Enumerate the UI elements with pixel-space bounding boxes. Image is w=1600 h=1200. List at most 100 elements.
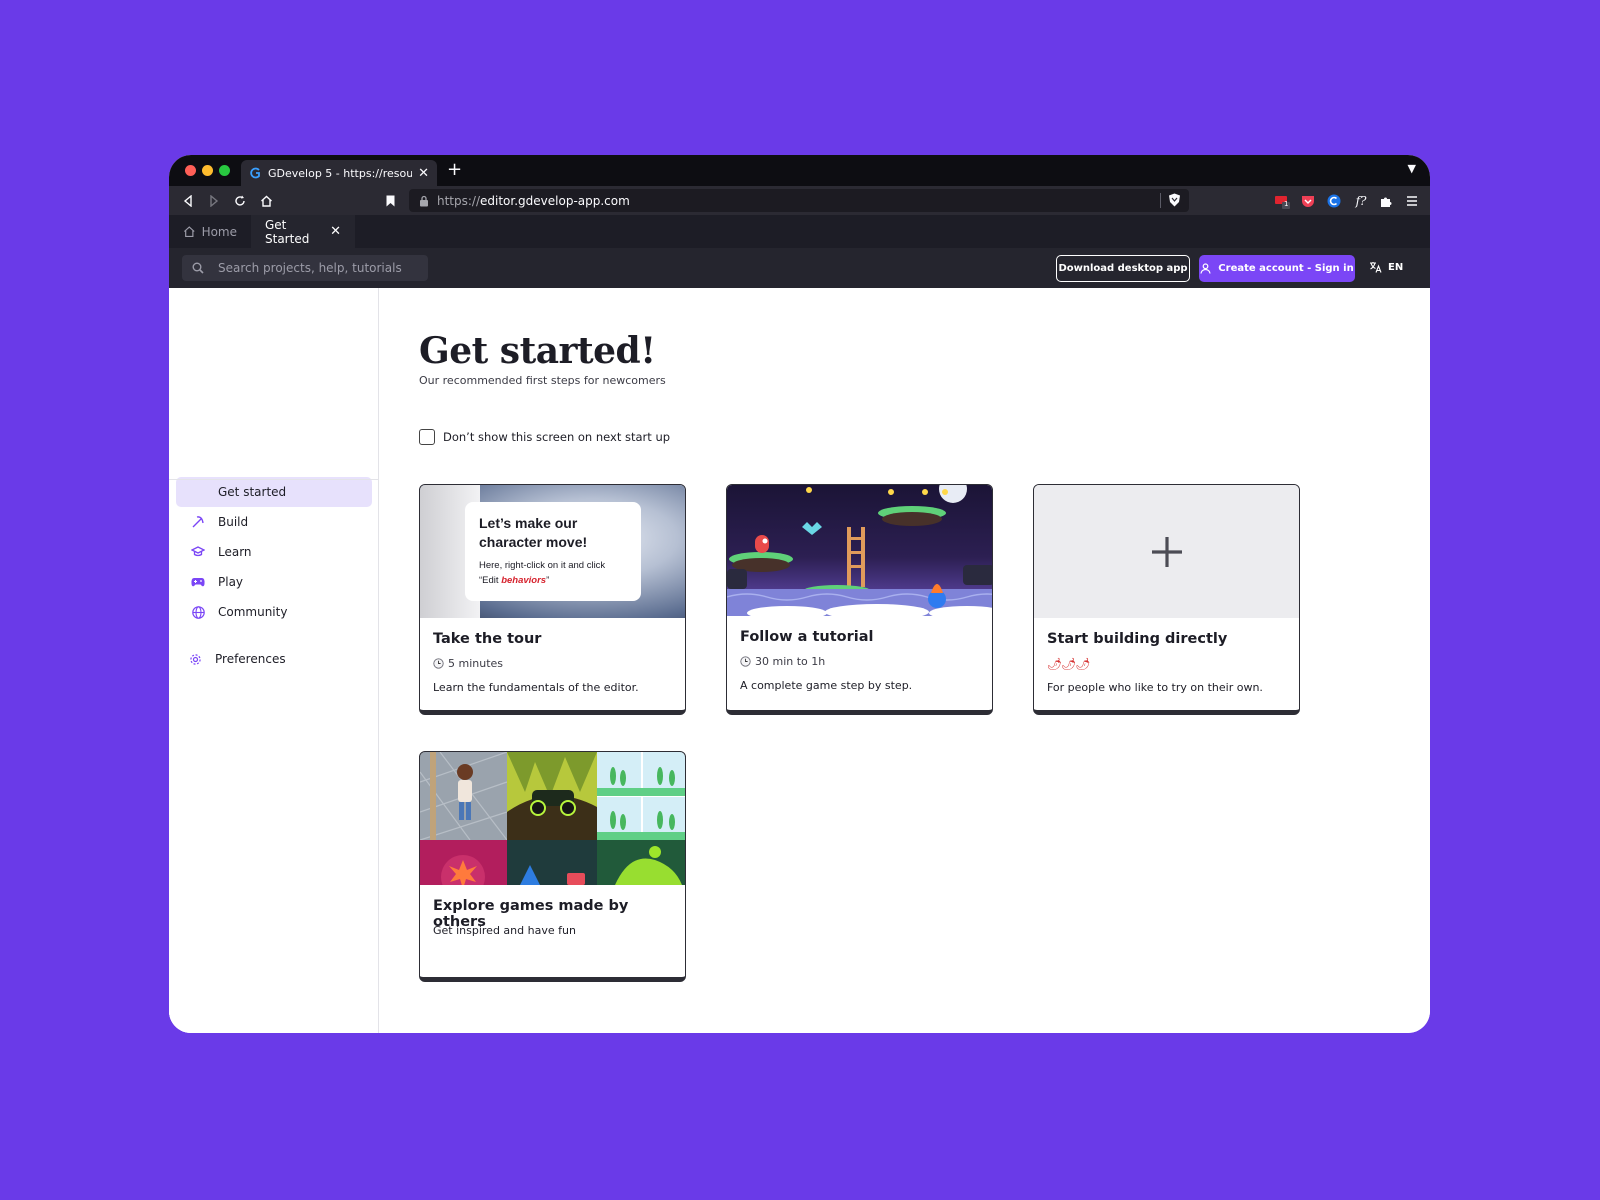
tab-home-label: Home bbox=[201, 224, 237, 239]
browser-menu-icon[interactable] bbox=[1403, 192, 1421, 210]
card-title: Take the tour bbox=[433, 631, 542, 647]
extension-red-icon[interactable]: 1 bbox=[1273, 192, 1291, 210]
dont-show-label: Don’t show this screen on next start up bbox=[443, 430, 671, 444]
card-meta: 🌶🌶🌶 bbox=[1047, 657, 1091, 671]
platformer-game-illustration bbox=[727, 485, 992, 616]
puzzle-extensions-icon[interactable] bbox=[1377, 192, 1395, 210]
sidebar-item-preferences[interactable]: Preferences bbox=[176, 644, 372, 674]
tab-home[interactable]: Home bbox=[169, 215, 251, 248]
tutorial-thumbnail bbox=[727, 485, 992, 616]
search-input[interactable]: Search projects, help, tutorials bbox=[182, 255, 428, 281]
dont-show-checkbox[interactable] bbox=[419, 429, 435, 445]
tour-tooltip-quote-close: ” bbox=[546, 575, 550, 586]
tour-thumbnail: Let’s make our character move! Here, rig… bbox=[420, 485, 685, 618]
sidebar-item-label: Learn bbox=[218, 545, 252, 559]
font-finder-icon[interactable]: f? bbox=[1352, 192, 1370, 210]
editor-toolbar: Search projects, help, tutorials Downloa… bbox=[169, 248, 1430, 288]
difficulty-peppers: 🌶🌶🌶 bbox=[1047, 657, 1091, 671]
card-description: Get inspired and have fun bbox=[433, 924, 576, 937]
tour-tooltip-heading: Let’s make our character move! bbox=[479, 515, 588, 550]
graduation-cap-icon bbox=[190, 544, 206, 560]
browser-tabstrip: GDevelop 5 - https://resources. ✕ + ▼ bbox=[169, 155, 1430, 186]
clock-icon bbox=[740, 656, 751, 667]
card-take-the-tour[interactable]: Let’s make our character move! Here, rig… bbox=[419, 484, 686, 715]
close-window-button[interactable] bbox=[185, 165, 196, 176]
home-icon bbox=[183, 226, 195, 238]
card-title: Follow a tutorial bbox=[740, 629, 874, 645]
sidebar-item-label: Play bbox=[218, 575, 244, 589]
sidebar-item-learn[interactable]: Learn bbox=[176, 537, 372, 567]
preferences-label: Preferences bbox=[215, 652, 286, 666]
bookmark-icon[interactable] bbox=[381, 192, 399, 210]
brave-shield-icon[interactable] bbox=[1168, 193, 1181, 207]
close-tab-icon[interactable]: ✕ bbox=[418, 166, 429, 181]
page-title: Get started! bbox=[419, 330, 656, 372]
browser-window: GDevelop 5 - https://resources. ✕ + ▼ ht… bbox=[169, 155, 1430, 1033]
editor-tabs-bar: Home Get Started ✕ bbox=[169, 215, 1430, 248]
page-subtitle: Our recommended first steps for newcomer… bbox=[419, 374, 666, 387]
search-placeholder: Search projects, help, tutorials bbox=[218, 261, 402, 275]
url-scheme: https:// bbox=[437, 193, 481, 208]
main-content: Get started! Our recommended first steps… bbox=[379, 288, 1430, 1033]
games-collage-illustration bbox=[420, 752, 685, 885]
maximize-window-button[interactable] bbox=[219, 165, 230, 176]
sidebar-item-label: Build bbox=[218, 515, 249, 529]
tour-tooltip-line: Here, right-click on it and click bbox=[479, 560, 606, 571]
create-account-sign-in-button[interactable]: Create account - Sign in bbox=[1199, 255, 1355, 282]
card-follow-a-tutorial[interactable]: Follow a tutorial 30 min to 1h A complet… bbox=[726, 484, 993, 715]
user-icon bbox=[1200, 263, 1211, 274]
tab-list-chevron-icon[interactable]: ▼ bbox=[1408, 162, 1416, 175]
sidebar-item-play[interactable]: Play bbox=[176, 567, 372, 597]
home-icon[interactable] bbox=[257, 192, 275, 210]
card-description: A complete game step by step. bbox=[740, 679, 913, 692]
card-duration: 30 min to 1h bbox=[755, 655, 826, 668]
games-collage-thumbnail bbox=[420, 752, 685, 885]
sidebar-item-build[interactable]: Build bbox=[176, 507, 372, 537]
tour-tooltip-emphasis: behaviors bbox=[501, 575, 547, 586]
sign-in-label: Create account - Sign in bbox=[1218, 263, 1354, 274]
minimize-window-button[interactable] bbox=[202, 165, 213, 176]
card-description: For people who like to try on their own. bbox=[1047, 681, 1263, 694]
sidebar-item-get-started[interactable]: ⌂ Get started bbox=[176, 477, 372, 507]
clock-icon bbox=[433, 658, 444, 669]
globe-icon bbox=[190, 604, 206, 620]
forward-icon[interactable] bbox=[205, 192, 223, 210]
card-meta: 5 minutes bbox=[433, 657, 503, 670]
plus-icon bbox=[1151, 536, 1182, 567]
extension-badge: 1 bbox=[1284, 200, 1289, 208]
card-duration: 5 minutes bbox=[448, 657, 504, 670]
download-desktop-app-button[interactable]: Download desktop app bbox=[1056, 255, 1190, 282]
tab-get-started-label: Get Started bbox=[265, 217, 310, 246]
language-label: EN bbox=[1388, 261, 1404, 273]
reload-icon[interactable] bbox=[231, 192, 249, 210]
back-icon[interactable] bbox=[179, 192, 197, 210]
card-meta: 30 min to 1h bbox=[740, 655, 825, 668]
translate-icon bbox=[1370, 262, 1382, 273]
tab-get-started[interactable]: Get Started ✕ bbox=[251, 215, 355, 248]
pickaxe-icon bbox=[190, 514, 206, 530]
gamepad-icon bbox=[190, 574, 206, 590]
browser-tab[interactable]: GDevelop 5 - https://resources. ✕ bbox=[241, 160, 437, 186]
search-icon bbox=[192, 262, 204, 274]
language-button[interactable]: EN bbox=[1369, 261, 1403, 273]
card-explore-games[interactable]: Explore games made by others Get inspire… bbox=[419, 751, 686, 982]
dont-show-option[interactable]: Don’t show this screen on next start up bbox=[419, 429, 670, 445]
gear-icon bbox=[187, 651, 203, 667]
pocket-icon[interactable] bbox=[1299, 192, 1317, 210]
address-separator bbox=[1160, 193, 1161, 208]
sidebar-item-community[interactable]: Community bbox=[176, 597, 372, 627]
tour-tooltip-text: Here, right-click on it and click “Edit … bbox=[479, 558, 627, 588]
new-tab-button[interactable]: + bbox=[447, 159, 462, 180]
gdevelop-favicon-icon bbox=[250, 167, 260, 179]
tour-tooltip: Let’s make our character move! Here, rig… bbox=[465, 502, 641, 601]
browser-navbar: https://editor.gdevelop-app.com 1 f? bbox=[169, 186, 1430, 215]
close-icon[interactable]: ✕ bbox=[330, 224, 341, 239]
card-title: Start building directly bbox=[1047, 631, 1228, 647]
sidebar-item-label: Get started bbox=[218, 485, 287, 499]
blue-extension-icon[interactable] bbox=[1325, 192, 1343, 210]
tour-tooltip-quote-open: “Edit bbox=[479, 575, 502, 586]
address-bar[interactable]: https://editor.gdevelop-app.com bbox=[409, 189, 1189, 212]
card-start-building-directly[interactable]: Start building directly 🌶🌶🌶 For people w… bbox=[1033, 484, 1300, 715]
download-desktop-app-label: Download desktop app bbox=[1058, 263, 1188, 274]
sidebar-item-label: Community bbox=[218, 605, 288, 619]
